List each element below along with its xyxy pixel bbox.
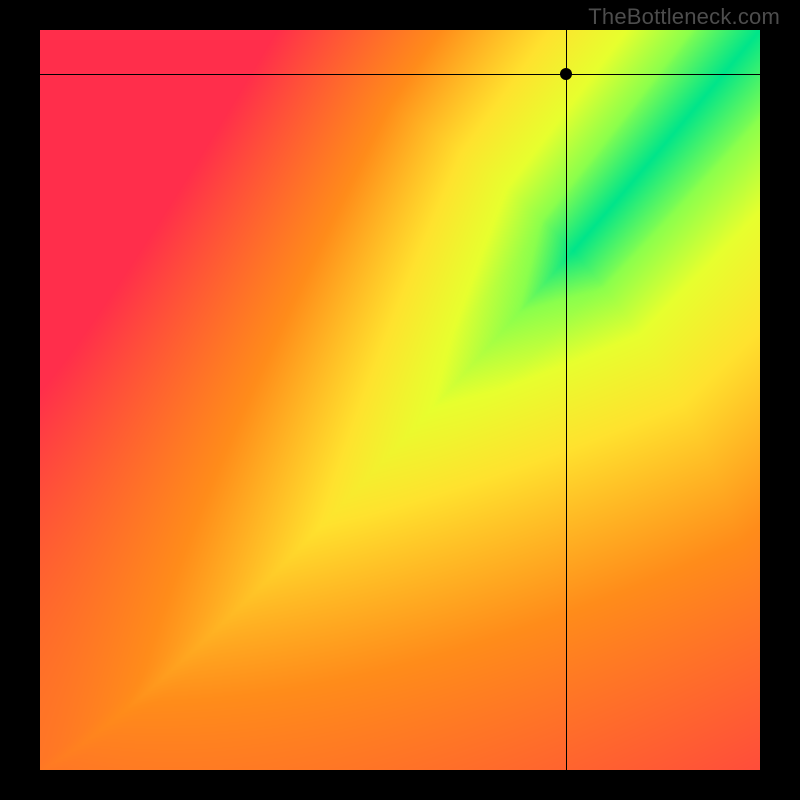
- heatmap-canvas: [40, 30, 760, 770]
- marker-dot: [560, 68, 572, 80]
- crosshair-vertical: [566, 30, 567, 770]
- watermark-text: TheBottleneck.com: [588, 4, 780, 30]
- crosshair-horizontal: [40, 74, 760, 75]
- plot-area: [40, 30, 760, 770]
- chart-stage: TheBottleneck.com: [0, 0, 800, 800]
